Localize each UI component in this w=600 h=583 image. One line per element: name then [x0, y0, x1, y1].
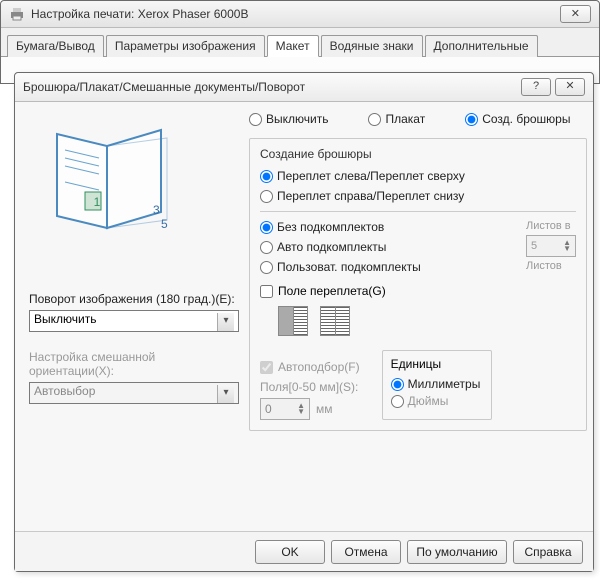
child-titlebar: Брошюра/Плакат/Смешанные документы/Повор… [15, 73, 593, 102]
printer-icon [9, 6, 25, 22]
gutter-check[interactable]: Поле переплета(G) [260, 284, 576, 298]
margin-unit: мм [316, 402, 333, 416]
child-close-button[interactable]: ✕ [555, 78, 585, 96]
dialog-footer: OK Отмена По умолчанию Справка [15, 531, 593, 571]
mixed-orient-label: Настройка смешанной ориентации(X): [29, 350, 239, 378]
mode-poster-radio[interactable]: Плакат [368, 112, 425, 126]
parent-titlebar: Настройка печати: Xerox Phaser 6000B ✕ [1, 1, 599, 28]
rotation-dropdown[interactable]: Выключить [29, 310, 239, 332]
svg-text:5: 5 [161, 217, 168, 231]
booklet-group-title: Создание брошюры [260, 147, 576, 161]
margin-spinner: 0 ▲▼ [260, 398, 310, 420]
sheets-spinner: 5 ▲▼ [526, 235, 576, 257]
spinner-arrows-icon: ▲▼ [297, 403, 305, 415]
mode-booklet-radio[interactable]: Созд. брошюры [465, 112, 570, 126]
cancel-button[interactable]: Отмена [331, 540, 401, 564]
subset-none-radio[interactable]: Без подкомплектов [260, 220, 512, 234]
binding-icon-spread[interactable] [320, 306, 350, 336]
child-title: Брошюра/Плакат/Смешанные документы/Повор… [23, 80, 517, 94]
sheets-in-label: Листов в [526, 220, 576, 232]
svg-text:3: 3 [153, 203, 160, 217]
child-help-button[interactable]: ? [521, 78, 551, 96]
tab-watermarks[interactable]: Водяные знаки [321, 35, 423, 57]
subset-user-radio[interactable]: Пользоват. подкомплекты [260, 260, 512, 274]
bind-left-radio[interactable]: Переплет слева/Переплет сверху [260, 169, 576, 183]
tabstrip: Бумага/Вывод Параметры изображения Макет… [1, 28, 599, 57]
tab-paper-output[interactable]: Бумага/Вывод [7, 35, 104, 57]
page-num-1: 1 [94, 195, 101, 209]
booklet-group: Создание брошюры Переплет слева/Переплет… [249, 138, 587, 431]
margin-value: 0 [265, 402, 272, 416]
rotation-value: Выключить [34, 312, 96, 326]
child-dialog: Брошюра/Плакат/Смешанные документы/Повор… [14, 72, 594, 572]
sheets-block: Листов в 5 ▲▼ Листов [526, 220, 576, 274]
bind-right-radio[interactable]: Переплет справа/Переплет снизу [260, 189, 576, 203]
parent-close-button[interactable]: ✕ [560, 5, 591, 23]
tab-advanced[interactable]: Дополнительные [425, 35, 538, 57]
rotation-label: Поворот изображения (180 град.)(E): [29, 292, 239, 306]
units-title: Единицы [391, 357, 483, 371]
parent-title: Настройка печати: Xerox Phaser 6000B [31, 7, 560, 21]
booklet-preview: 1 3 5 [39, 112, 179, 232]
sheets-unit-label: Листов [526, 260, 576, 272]
mode-off-radio[interactable]: Выключить [249, 112, 328, 126]
spinner-arrows-icon: ▲▼ [563, 240, 571, 252]
tab-image-options[interactable]: Параметры изображения [106, 35, 265, 57]
autofit-check: Автоподбор(F) [260, 360, 360, 374]
mixed-orient-value: Автовыбор [34, 384, 95, 398]
help-button[interactable]: Справка [513, 540, 583, 564]
mixed-orient-dropdown: Автовыбор [29, 382, 239, 404]
ok-button[interactable]: OK [255, 540, 325, 564]
sheets-value: 5 [531, 240, 537, 252]
units-inch-radio[interactable]: Дюймы [391, 394, 483, 408]
units-mm-radio[interactable]: Миллиметры [391, 377, 483, 391]
margin-label: Поля[0-50 мм](S): [260, 380, 360, 394]
subset-auto-radio[interactable]: Авто подкомплекты [260, 240, 512, 254]
tab-layout[interactable]: Макет [267, 35, 319, 57]
units-group: Единицы Миллиметры Дюймы [382, 350, 492, 420]
defaults-button[interactable]: По умолчанию [407, 540, 507, 564]
binding-icon-left[interactable] [278, 306, 308, 336]
